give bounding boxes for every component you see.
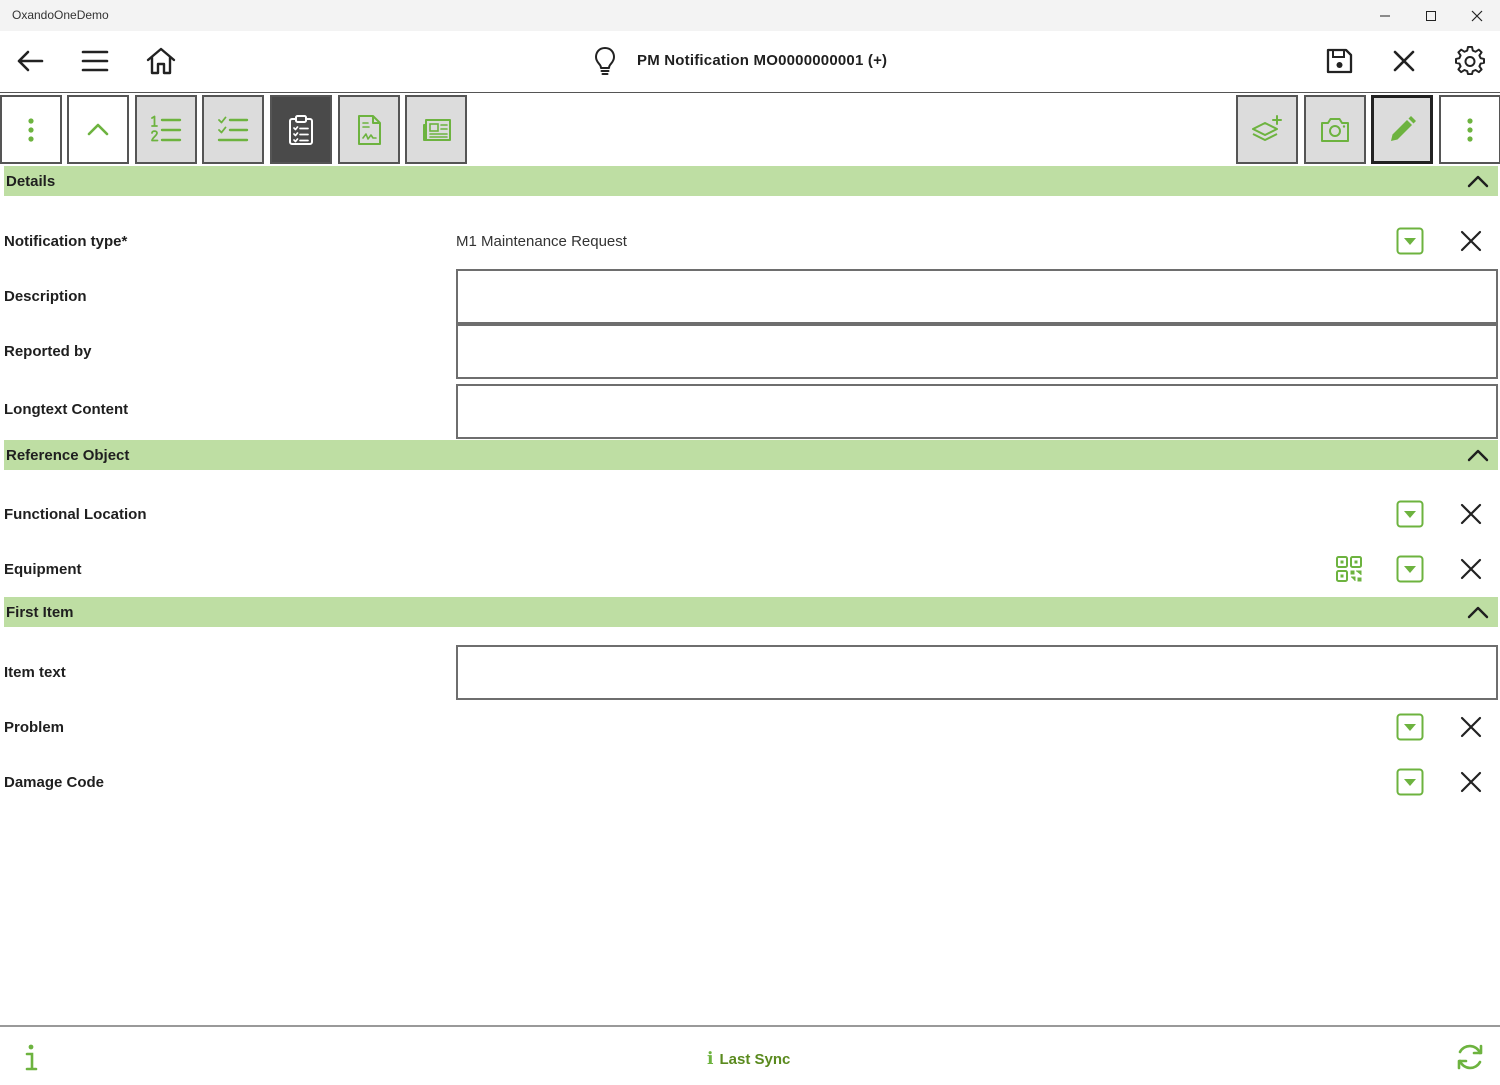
dropdown-icon[interactable]	[1396, 500, 1424, 528]
checklist-button[interactable]	[202, 95, 264, 164]
info-icon[interactable]	[20, 1043, 42, 1073]
save-icon	[1326, 48, 1353, 74]
back-button[interactable]	[10, 41, 50, 81]
description-label: Description	[4, 288, 87, 305]
description-input[interactable]	[456, 269, 1498, 324]
dropdown-icon[interactable]	[1396, 227, 1424, 255]
numbered-list-button[interactable]	[135, 95, 197, 164]
home-button[interactable]	[141, 41, 181, 81]
longtext-content-label: Longtext Content	[4, 401, 129, 418]
reported-by-label: Reported by	[4, 343, 92, 360]
last-sync-label: Last Sync	[719, 1050, 791, 1068]
minimize-button[interactable]	[1362, 0, 1408, 31]
notification-type-value[interactable]: M1 Maintenance Request	[456, 233, 627, 250]
edit-button[interactable]	[1371, 95, 1433, 164]
collapse-up-button[interactable]	[67, 95, 129, 164]
app-header: PM Notification MO0000000001 (+)	[0, 31, 1500, 93]
clear-icon[interactable]	[1459, 770, 1483, 794]
maximize-button[interactable]	[1408, 0, 1454, 31]
minimize-icon	[1380, 15, 1390, 16]
section-details-header[interactable]: Details	[4, 166, 1498, 196]
dropdown-icon[interactable]	[1396, 555, 1424, 583]
settings-button[interactable]	[1450, 41, 1490, 81]
section-reference-object-header[interactable]: Reference Object	[4, 440, 1498, 470]
notification-type-label: Notification type*	[4, 233, 128, 250]
section-details-label: Details	[6, 173, 56, 190]
toolbar	[0, 94, 1500, 166]
dropdown-icon[interactable]	[1396, 768, 1424, 796]
close-icon	[1471, 10, 1483, 21]
info-small-icon: ℹ	[707, 1049, 714, 1069]
menu-button[interactable]	[75, 41, 115, 81]
lightbulb-button[interactable]	[585, 41, 625, 81]
chevron-up-icon	[87, 123, 109, 135]
camera-icon	[1321, 117, 1349, 142]
gear-icon	[1455, 45, 1485, 76]
more-options-right-button[interactable]	[1439, 95, 1500, 164]
qr-code-icon[interactable]	[1335, 555, 1363, 583]
window-close-button[interactable]	[1454, 0, 1500, 31]
save-button[interactable]	[1319, 41, 1359, 81]
close-icon	[1393, 50, 1415, 72]
clipboard-button[interactable]	[270, 95, 332, 164]
clear-icon[interactable]	[1459, 229, 1483, 253]
vertical-dots-icon	[1467, 117, 1473, 142]
problem-label: Problem	[4, 719, 65, 736]
last-sync-button[interactable]: ℹ Last Sync	[707, 1049, 790, 1069]
hamburger-menu-icon	[81, 50, 109, 72]
longtext-content-input[interactable]	[456, 384, 1498, 439]
camera-button[interactable]	[1304, 95, 1366, 164]
home-icon	[146, 47, 176, 75]
maximize-icon	[1426, 10, 1436, 21]
item-text-label: Item text	[4, 664, 66, 681]
sync-icon[interactable]	[1454, 1041, 1486, 1073]
damage-code-label: Damage Code	[4, 774, 105, 791]
equipment-label: Equipment	[4, 561, 82, 578]
numbered-list-icon	[151, 115, 182, 141]
signed-document-icon	[358, 114, 381, 145]
newspaper-icon	[423, 118, 451, 141]
signature-document-button[interactable]	[338, 95, 400, 164]
arrow-left-icon	[17, 50, 44, 72]
section-first-item-header[interactable]: First Item	[4, 597, 1498, 627]
window-title: OxandoOneDemo	[12, 8, 109, 22]
add-layer-button[interactable]	[1236, 95, 1298, 164]
chevron-up-icon[interactable]	[1466, 171, 1490, 191]
chevron-up-icon[interactable]	[1466, 602, 1490, 622]
functional-location-label: Functional Location	[4, 506, 147, 523]
cancel-button[interactable]	[1384, 41, 1424, 81]
item-text-input[interactable]	[456, 645, 1498, 700]
checklist-icon	[217, 116, 249, 141]
layers-plus-icon	[1252, 114, 1282, 141]
clear-icon[interactable]	[1459, 557, 1483, 581]
window-titlebar: OxandoOneDemo	[0, 0, 1500, 31]
lightbulb-icon	[595, 47, 615, 75]
reported-by-input[interactable]	[456, 324, 1498, 379]
vertical-dots-icon	[28, 117, 34, 142]
clear-icon[interactable]	[1459, 715, 1483, 739]
footer-bar: ℹ Last Sync	[0, 1025, 1500, 1085]
clipboard-checklist-icon	[289, 114, 313, 145]
chevron-up-icon[interactable]	[1466, 445, 1490, 465]
section-reference-object-label: Reference Object	[6, 447, 130, 464]
dropdown-icon[interactable]	[1396, 713, 1424, 741]
more-options-left-button[interactable]	[0, 95, 62, 164]
newspaper-button[interactable]	[405, 95, 467, 164]
clear-icon[interactable]	[1459, 502, 1483, 526]
section-first-item-label: First Item	[6, 604, 74, 621]
page-title: PM Notification MO0000000001 (+)	[637, 52, 888, 69]
pencil-icon	[1391, 115, 1416, 141]
